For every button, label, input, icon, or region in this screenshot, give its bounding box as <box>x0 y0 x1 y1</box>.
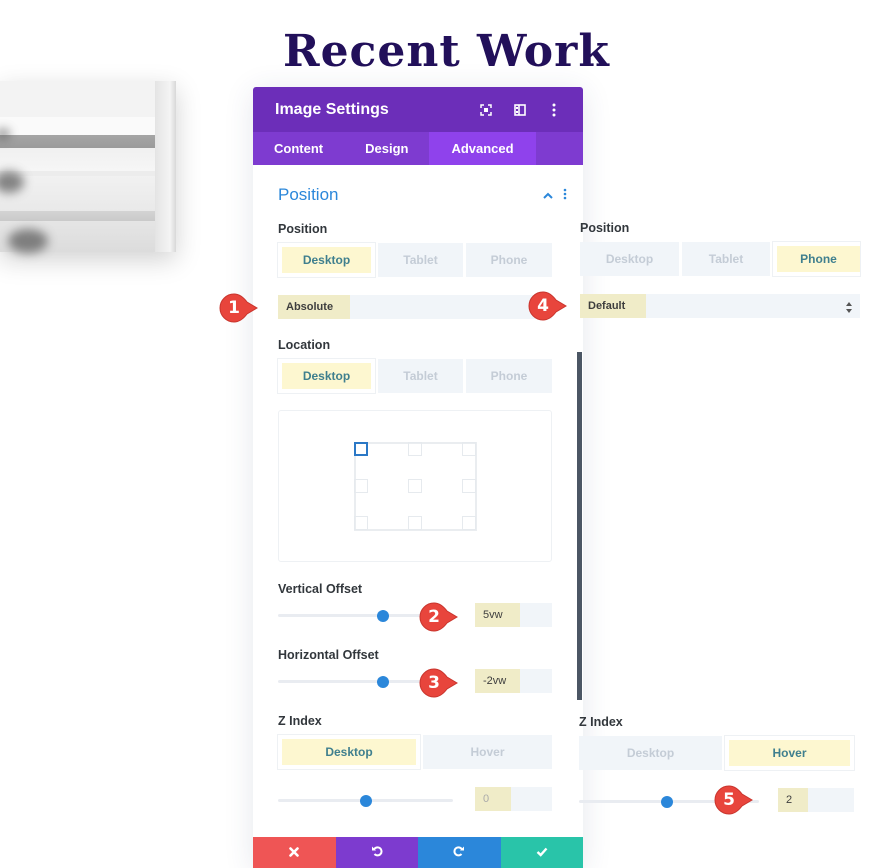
panel-header: Image Settings <box>253 87 583 132</box>
horizontal-offset-input[interactable]: -2vw <box>475 669 552 693</box>
overlay-z-index-input[interactable]: 2 <box>778 788 854 812</box>
horizontal-offset-value: -2vw <box>475 669 520 693</box>
chevron-up-icon[interactable] <box>543 188 553 202</box>
callout-number: 2 <box>428 607 440 627</box>
position-select-value: Absolute <box>278 295 350 319</box>
callout-marker-5: 5 <box>714 785 753 815</box>
callout-number: 3 <box>428 673 440 693</box>
z-index-mode-tabs: Desktop Hover <box>277 734 552 770</box>
overlay-device-tab-desktop[interactable]: Desktop <box>580 242 679 276</box>
location-cell-bottom-right[interactable] <box>462 516 476 530</box>
position-section-header[interactable]: Position <box>253 165 583 225</box>
device-tab-desktop[interactable]: Desktop <box>277 242 376 278</box>
overlay-z-index-tab-hover[interactable]: Hover <box>724 735 855 771</box>
sidebar-layout-icon[interactable] <box>509 99 531 121</box>
discard-button[interactable] <box>253 837 336 868</box>
more-vertical-icon[interactable] <box>543 99 565 121</box>
location-tab-desktop[interactable]: Desktop <box>277 358 376 394</box>
z-index-tab-desktop[interactable]: Desktop <box>277 734 421 770</box>
overlay-position-device-tabs: Desktop Tablet Phone <box>580 241 861 277</box>
location-cell-middle-right[interactable] <box>462 479 476 493</box>
location-label: Location <box>278 338 331 352</box>
location-cell-middle-left[interactable] <box>354 479 368 493</box>
location-cell-bottom-center[interactable] <box>408 516 422 530</box>
overlay-z-index-mode-tabs: Desktop Hover <box>579 735 855 771</box>
redo-button[interactable] <box>418 837 501 868</box>
tab-content[interactable]: Content <box>253 132 344 165</box>
z-index-tab-hover[interactable]: Hover <box>423 735 552 769</box>
section-title: Position <box>278 185 339 204</box>
overlay-z-index-tab-desktop[interactable]: Desktop <box>579 736 722 770</box>
panel-title: Image Settings <box>275 100 389 118</box>
vertical-offset-label: Vertical Offset <box>278 582 363 596</box>
callout-number: 4 <box>537 296 549 316</box>
section-more-icon[interactable] <box>563 187 567 203</box>
location-device-tabs: Desktop Tablet Phone <box>277 358 552 394</box>
close-icon <box>289 844 300 862</box>
location-cell-top-left[interactable] <box>354 442 368 456</box>
callout-number: 5 <box>723 790 735 810</box>
panel-scrollbar[interactable] <box>577 352 582 700</box>
overlay-z-index-thumb[interactable] <box>661 796 673 808</box>
overlay-position-label: Position <box>580 221 630 235</box>
overlay-position-select[interactable]: Default <box>580 294 860 318</box>
device-tab-tablet[interactable]: Tablet <box>378 243 463 277</box>
vertical-offset-input[interactable]: 5vw <box>475 603 552 627</box>
z-index-input[interactable]: 0 <box>475 787 552 811</box>
overlay-device-tab-tablet[interactable]: Tablet <box>682 242 770 276</box>
undo-icon <box>371 844 383 862</box>
location-tab-tablet[interactable]: Tablet <box>378 359 463 393</box>
location-cell-bottom-left[interactable] <box>354 516 368 530</box>
z-index-value: 0 <box>475 787 511 811</box>
tab-advanced[interactable]: Advanced <box>429 132 536 165</box>
overlay-z-index-label: Z Index <box>579 715 623 729</box>
location-cell-center[interactable] <box>408 479 422 493</box>
z-index-thumb[interactable] <box>359 795 372 807</box>
location-tab-phone[interactable]: Phone <box>466 359 552 393</box>
device-tab-phone[interactable]: Phone <box>466 243 552 277</box>
tab-design[interactable]: Design <box>344 132 429 165</box>
recent-work-image <box>0 81 176 253</box>
overlay-device-tab-phone[interactable]: Phone <box>772 241 861 277</box>
callout-marker-3: 3 <box>419 668 458 698</box>
location-picker <box>278 410 552 562</box>
callout-marker-2: 2 <box>419 602 458 632</box>
location-cell-top-center[interactable] <box>408 442 422 456</box>
position-select[interactable]: Absolute <box>278 295 552 319</box>
overlay-z-index-value: 2 <box>778 788 808 812</box>
position-device-tabs: Desktop Tablet Phone <box>277 242 552 278</box>
redo-icon <box>453 844 465 862</box>
save-button[interactable] <box>500 837 583 868</box>
callout-number: 1 <box>228 298 240 318</box>
horizontal-offset-thumb[interactable] <box>377 676 389 688</box>
page-title: Recent Work <box>283 26 610 77</box>
z-index-label: Z Index <box>278 714 322 728</box>
vertical-offset-value: 5vw <box>475 603 520 627</box>
position-label: Position <box>278 222 328 236</box>
select-arrows-icon <box>846 300 852 318</box>
callout-marker-1: 1 <box>219 293 258 323</box>
horizontal-offset-label: Horizontal Offset <box>278 648 379 662</box>
vertical-offset-thumb[interactable] <box>377 610 389 622</box>
panel-footer <box>253 837 583 868</box>
panel-tabs: Content Design Advanced <box>253 132 583 165</box>
undo-button[interactable] <box>335 837 418 868</box>
check-icon <box>536 844 548 862</box>
overlay-position-select-value: Default <box>580 294 646 318</box>
location-cell-top-right[interactable] <box>462 442 476 456</box>
fullscreen-icon[interactable] <box>475 99 497 121</box>
callout-marker-4: 4 <box>528 291 567 321</box>
